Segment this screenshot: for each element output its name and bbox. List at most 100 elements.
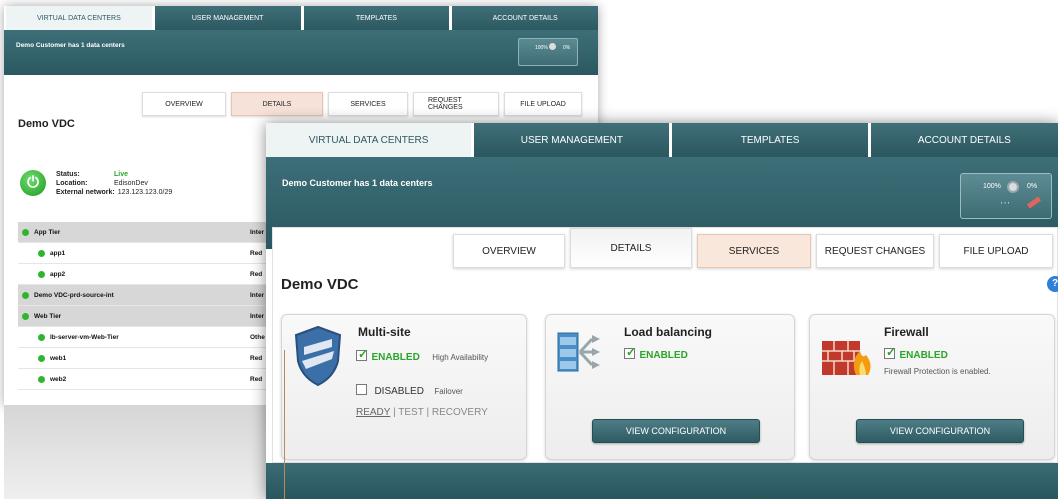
list-item-name: app2 bbox=[50, 270, 66, 278]
list-item-name: App Tier bbox=[34, 228, 61, 236]
back-subtab-file-upload[interactable]: FILE UPLOAD bbox=[504, 92, 582, 116]
subtab-services[interactable]: SERVICES bbox=[697, 234, 811, 268]
firewall-enabled-row: ENABLED bbox=[884, 345, 948, 363]
list-item-type: Othe bbox=[250, 333, 265, 341]
help-icon[interactable]: ? bbox=[1047, 276, 1058, 292]
annotation-line bbox=[284, 350, 285, 499]
status-label: Status: bbox=[56, 171, 80, 178]
firewall-view-configuration-button[interactable]: VIEW CONFIGURATION bbox=[856, 419, 1024, 443]
details-panel: OVERVIEW DETAILS SERVICES REQUEST CHANGE… bbox=[272, 227, 1058, 463]
pencil-icon bbox=[1026, 196, 1042, 209]
back-zoom-knob-icon[interactable] bbox=[549, 43, 556, 50]
multisite-title: Multi-site bbox=[358, 325, 411, 339]
status-dot-icon bbox=[38, 375, 45, 383]
subtab-details[interactable]: DETAILS bbox=[570, 228, 692, 268]
mode-separator: | bbox=[393, 407, 396, 418]
multisite-enabled-row: ENABLED High Availability bbox=[356, 347, 488, 365]
load-balancing-title: Load balancing bbox=[624, 325, 713, 339]
firewall-enabled-checkbox[interactable] bbox=[884, 345, 896, 360]
location-value: EdisonDev bbox=[114, 180, 148, 187]
back-tab-account-details[interactable]: ACCOUNT DETAILS bbox=[452, 6, 598, 30]
location-label: Location: bbox=[56, 180, 88, 187]
zoom-control[interactable]: 100% 0% ''' bbox=[960, 173, 1052, 219]
network-value: 123.123.123.0/29 bbox=[117, 189, 173, 196]
list-item-name: Web Tier bbox=[34, 312, 62, 320]
test-link[interactable]: TEST bbox=[398, 407, 423, 418]
recovery-link[interactable]: RECOVERY bbox=[432, 407, 488, 418]
multisite-card: Multi-site ENABLED High Availability DIS… bbox=[281, 314, 527, 460]
list-item-name: Demo VDC-prd-source-int bbox=[34, 291, 114, 299]
mode-separator: | bbox=[426, 407, 430, 418]
firewall-title: Firewall bbox=[884, 325, 929, 339]
tab-account-details[interactable]: ACCOUNT DETAILS bbox=[870, 123, 1058, 157]
back-zoom-max-label: 100% bbox=[535, 45, 548, 51]
status-value: Live bbox=[114, 171, 129, 178]
subtab-request-changes[interactable]: REQUEST CHANGES bbox=[816, 234, 934, 268]
list-item-name: lb-server-vm-Web-Tier bbox=[50, 333, 119, 341]
status-dot-icon bbox=[38, 354, 45, 362]
list-item-type: Inter bbox=[250, 228, 265, 236]
network-label: External network: bbox=[56, 189, 115, 196]
back-tab-user-management[interactable]: USER MANAGEMENT bbox=[154, 6, 301, 30]
background-shadow bbox=[4, 405, 266, 499]
zoom-ticks-icon: ''' bbox=[1001, 202, 1012, 209]
back-subtab-request-changes[interactable]: REQUEST CHANGES bbox=[413, 92, 499, 116]
firewall-card: Firewall ENABLED Firewall Protection is … bbox=[809, 314, 1055, 460]
status-dot-icon bbox=[22, 291, 29, 299]
back-subtab-overview[interactable]: OVERVIEW bbox=[142, 92, 226, 116]
zoom-knob-icon[interactable] bbox=[1007, 181, 1019, 193]
back-banner-message: Demo Customer has 1 data centers bbox=[16, 42, 125, 49]
front-footer-bar bbox=[266, 463, 1058, 499]
multisite-mode-links: READY | TEST | RECOVERY bbox=[356, 407, 488, 418]
load-balancing-enabled-label: ENABLED bbox=[639, 350, 688, 361]
page-title: Demo VDC bbox=[281, 276, 359, 293]
back-subtab-services[interactable]: SERVICES bbox=[328, 92, 408, 116]
firewall-desc: Firewall Protection is enabled. bbox=[884, 367, 991, 376]
zoom-min-label: 0% bbox=[1027, 183, 1038, 190]
back-tab-virtual-data-centers[interactable]: VIRTUAL DATA CENTERS bbox=[6, 6, 152, 30]
subtab-overview[interactable]: OVERVIEW bbox=[453, 234, 565, 268]
status-dot-icon bbox=[22, 312, 29, 320]
load-balancing-enabled-row: ENABLED bbox=[624, 345, 688, 363]
load-balancing-view-configuration-button[interactable]: VIEW CONFIGURATION bbox=[592, 419, 760, 443]
firewall-enabled-label: ENABLED bbox=[899, 350, 948, 361]
list-item-type: Red bbox=[250, 354, 263, 362]
list-item-name: app1 bbox=[50, 249, 66, 257]
load-balancer-icon bbox=[557, 332, 600, 372]
multisite-disabled-row: DISABLED Failover bbox=[356, 381, 463, 399]
load-balancing-card: Load balancing ENABLED VIEW CONFIGURATIO… bbox=[545, 314, 795, 460]
list-item-type: Red bbox=[250, 375, 263, 383]
list-item-type: Inter bbox=[250, 312, 265, 320]
back-tab-templates[interactable]: TEMPLATES bbox=[303, 6, 450, 30]
multisite-enabled-checkbox[interactable] bbox=[356, 347, 368, 362]
multisite-enabled-label: ENABLED bbox=[371, 352, 420, 363]
shield-icon bbox=[294, 325, 342, 387]
load-balancing-enabled-checkbox[interactable] bbox=[624, 345, 636, 360]
list-item-name: web2 bbox=[50, 375, 67, 383]
back-zoom-min-label: 0% bbox=[563, 45, 571, 51]
back-subtabs: OVERVIEW DETAILS SERVICES REQUEST CHANGE… bbox=[142, 92, 582, 116]
list-item-type: Inter bbox=[250, 291, 265, 299]
banner-message: Demo Customer has 1 data centers bbox=[282, 178, 433, 188]
back-subtab-details[interactable]: DETAILS bbox=[231, 92, 323, 116]
power-icon: ⏻ bbox=[20, 170, 46, 196]
multisite-enabled-desc: High Availability bbox=[432, 353, 489, 362]
power-symbol-icon: ⏻ bbox=[27, 174, 39, 191]
list-item-name: web1 bbox=[50, 354, 67, 362]
tab-virtual-data-centers[interactable]: VIRTUAL DATA CENTERS bbox=[266, 123, 472, 157]
status-dot-icon bbox=[38, 333, 45, 341]
back-status-info: Status: Live Location: EdisonDev External … bbox=[56, 170, 172, 197]
status-dot-icon bbox=[38, 270, 45, 278]
front-main-tabs: VIRTUAL DATA CENTERS USER MANAGEMENT TEM… bbox=[266, 123, 1058, 157]
subtab-file-upload[interactable]: FILE UPLOAD bbox=[939, 234, 1053, 268]
zoom-max-label: 100% bbox=[983, 183, 1001, 190]
ready-link[interactable]: READY bbox=[356, 407, 390, 418]
multisite-disabled-checkbox[interactable] bbox=[356, 384, 367, 396]
screenshot-stage: VIRTUAL DATA CENTERS USER MANAGEMENT TEM… bbox=[0, 0, 1058, 499]
back-banner: Demo Customer has 1 data centers 100% 0% bbox=[4, 30, 598, 75]
multisite-disabled-desc: Failover bbox=[434, 387, 463, 396]
list-item-type: Red bbox=[250, 270, 263, 278]
tab-user-management[interactable]: USER MANAGEMENT bbox=[474, 123, 670, 157]
back-zoom-control[interactable]: 100% 0% bbox=[518, 38, 578, 66]
tab-templates[interactable]: TEMPLATES bbox=[672, 123, 868, 157]
